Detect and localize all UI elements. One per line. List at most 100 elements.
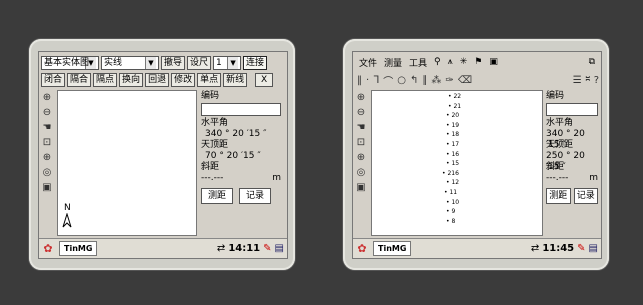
left-screen: ▼ 基本实体图 ▼ 实线 撤导 设尺 ▼ 1 连接 闭合 隔合 隔点 换向 回退… [38,51,288,259]
set-ruler-button[interactable]: 设尺 [187,56,212,70]
close-button[interactable]: X [255,73,274,87]
help-icon[interactable]: ? [594,75,599,86]
survey-point: • 8 [446,217,456,225]
survey-point: • 22 [448,93,462,100]
survey-point: • 21 [448,102,462,110]
network-icon[interactable]: ⇄ [217,243,225,254]
point-icon[interactable]: · [366,75,369,86]
right-info-panel: 编码 水平角 340 ° 20 ′15 ″ 天顶距 250 ° 20 ′15 ″… [546,91,598,204]
left-map-canvas[interactable]: N [57,90,197,236]
search-icon[interactable]: ⚲ [434,57,441,67]
bar-icon[interactable]: ‖ [357,75,362,86]
pan-hand-icon[interactable]: ☚ [41,122,53,134]
parallel-icon[interactable]: ∥ [422,75,427,86]
keyboard-icon[interactable]: ▤ [589,243,598,254]
linetype-select[interactable]: ▼ 实线 [101,56,159,70]
network-icon[interactable]: ⇄ [531,243,539,254]
zoom-in-icon[interactable]: ⊕ [355,92,367,104]
start-icon[interactable]: ✿ [353,242,371,255]
zoom-window-icon[interactable]: ⊡ [355,137,367,149]
slope-label: 斜距 [201,162,220,172]
modify-button[interactable]: 修改 [171,73,196,87]
code-label: 编码 [546,91,565,101]
curve-icon[interactable]: ↰ [410,75,418,86]
satellite-icon[interactable]: ✳ [460,57,468,67]
chevron-down-icon: ▼ [145,57,156,69]
right-screen: 文件 测量 工具 ⚲ ⩚ ✳ ⚑ ▣ ⧉ ‖ · ᒣ ⌒ ○ ↰ ∥ ⁂ ✑ ⌫… [352,51,602,259]
zoom-out-icon[interactable]: ⊖ [41,107,53,119]
survey-point: • 18 [446,131,460,139]
menu-file[interactable]: 文件 [359,56,377,69]
measure-icon[interactable]: ⎶ [586,75,590,86]
right-tool-column: ⊕ ⊖ ☚ ⊡ ⊕ ◎ ▣ [355,92,369,197]
right-taskbar: ✿ TinMG ⇄ 11:45 ✎ ▤ [353,238,601,258]
code-label: 编码 [201,91,220,101]
brush-icon[interactable]: ✑ [445,75,453,86]
zoom-out-icon[interactable]: ⊖ [355,107,367,119]
measure-button[interactable]: 测距 [201,188,233,204]
slope-unit: m [589,173,598,183]
tripod-icon[interactable]: ⩚ [448,57,453,67]
survey-point: • 17 [446,141,460,148]
settings-icon[interactable]: ▣ [41,182,53,194]
window-icon[interactable]: ⧉ [589,57,595,67]
survey-point: • 9 [446,208,456,216]
capture-button[interactable]: 撤导 [161,56,186,70]
right-device-frame: 文件 测量 工具 ⚲ ⩚ ✳ ⚑ ▣ ⧉ ‖ · ᒣ ⌒ ○ ↰ ∥ ⁂ ✑ ⌫… [343,39,609,270]
start-icon[interactable]: ✿ [39,242,57,255]
left-info-panel: 编码 水平角 340 ° 20 ′15 ″ 天顶距 70 ° 20 ′15 ″ … [201,91,281,204]
left-device-frame: ▼ 基本实体图 ▼ 实线 撤导 设尺 ▼ 1 连接 闭合 隔合 隔点 换向 回退… [29,39,295,270]
zoom-all-icon[interactable]: ⊕ [41,152,53,164]
slope-value: ---.--- [546,173,569,183]
reverse-button[interactable]: 换向 [119,73,144,87]
screenshot-icon[interactable]: ▣ [489,57,498,67]
pan-hand-icon[interactable]: ☚ [355,122,367,134]
zoom-all-icon[interactable]: ⊕ [355,152,367,164]
layer-select[interactable]: ▼ 基本实体图 [41,56,99,70]
nodes-icon[interactable]: ⁂ [431,75,441,86]
sep-join-button[interactable]: 隔合 [67,73,92,87]
zoom-in-icon[interactable]: ⊕ [41,92,53,104]
survey-point: • 16 [446,150,460,158]
sep-point-button[interactable]: 隔点 [93,73,118,87]
left-toolbar-1: ▼ 基本实体图 ▼ 实线 撤导 设尺 ▼ 1 连接 [41,55,285,71]
survey-point: • 20 [446,112,460,120]
number-select[interactable]: ▼ 1 [213,56,242,70]
slope-value: ---.--- [201,173,224,183]
undo-button[interactable]: 回退 [145,73,170,87]
taskbar-app[interactable]: TinMG [373,241,412,256]
hangle-value: 340 ° 20 ′15 ″ [205,129,267,139]
refresh-icon[interactable]: ◎ [41,167,53,179]
arc-icon[interactable]: ⌒ [383,73,393,88]
text-icon[interactable]: ☰ [573,75,582,86]
keyboard-icon[interactable]: ▤ [275,243,284,254]
survey-point: • 216 [442,169,459,177]
right-map-canvas[interactable]: • 22 • 21 • 20 • 19 • 18 • 17 • 16 • 15 • 216 • 1… [371,90,543,236]
measure-button[interactable]: 测距 [546,188,571,204]
new-line-button[interactable]: 新线 [223,73,248,87]
zoom-window-icon[interactable]: ⊡ [41,137,53,149]
code-input[interactable] [201,103,281,116]
refresh-icon[interactable]: ◎ [355,167,367,179]
code-input[interactable] [546,103,598,116]
polyline-icon[interactable]: ᒣ [373,75,379,86]
taskbar-app[interactable]: TinMG [59,241,98,256]
clock[interactable]: 11:45 [542,243,574,254]
menu-measure[interactable]: 测量 [384,56,402,69]
pen-icon[interactable]: ✎ [263,243,271,254]
circle-icon[interactable]: ○ [397,75,406,86]
record-button[interactable]: 记录 [573,188,598,204]
close-shape-button[interactable]: 闭合 [41,73,66,87]
clock[interactable]: 14:11 [228,243,260,254]
left-toolbar-2: 闭合 隔合 隔点 换向 回退 修改 单点 新线 X [41,72,285,88]
single-point-button[interactable]: 单点 [197,73,222,87]
hangle-label: 水平角 [201,118,229,128]
zenith-label: 天顶距 [201,140,229,150]
eraser-icon[interactable]: ⌫ [458,75,472,86]
connect-button[interactable]: 连接 [243,56,268,70]
record-button[interactable]: 记录 [239,188,271,204]
pen-icon[interactable]: ✎ [577,243,585,254]
pin-icon[interactable]: ⚑ [474,57,482,67]
menu-tools[interactable]: 工具 [409,56,427,69]
settings-icon[interactable]: ▣ [355,182,367,194]
